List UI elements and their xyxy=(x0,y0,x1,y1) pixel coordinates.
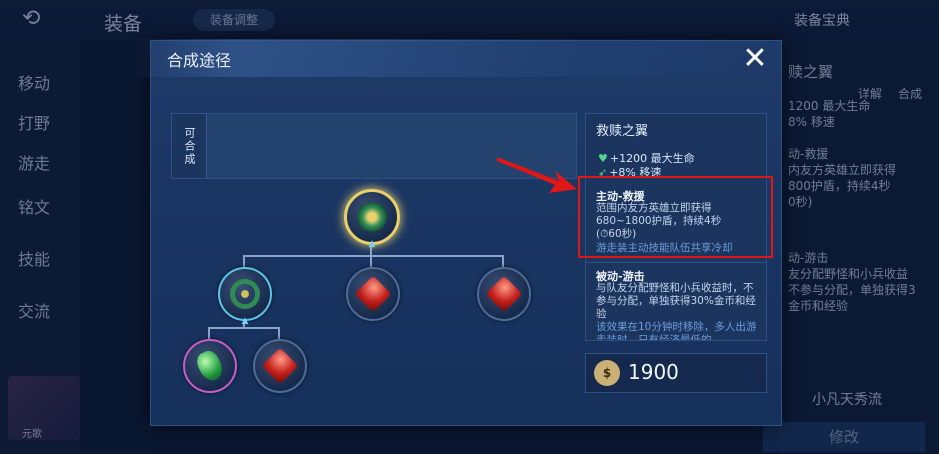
tree-connector xyxy=(278,327,280,339)
component-ring-item-icon[interactable]: ▲ xyxy=(218,267,272,326)
ring-icon xyxy=(230,279,260,309)
green-gem-icon xyxy=(193,347,227,385)
red-gem-icon xyxy=(261,347,299,385)
tree-connector xyxy=(243,255,245,267)
redemption-wings-item-icon[interactable]: ▲ xyxy=(344,189,400,249)
price-box: $ 1900 xyxy=(585,353,767,393)
passive-skill-note: 该效果在10分钟时移除，多人出游走装时，只有经济最低的 xyxy=(596,321,757,341)
item-price: 1900 xyxy=(628,360,679,384)
can-craft-label: 可合成 xyxy=(172,114,207,178)
highlight-box xyxy=(578,176,773,258)
red-crystal-item-icon[interactable] xyxy=(477,267,531,321)
red-gem-icon xyxy=(354,275,392,313)
red-gem-icon xyxy=(485,275,523,313)
red-crystal-item-icon[interactable] xyxy=(346,267,400,321)
green-gem-item-icon[interactable] xyxy=(183,339,237,393)
passive-skill-desc: 与队友分配野怪和小兵收益时，不参与分配，单独获得30%金币和经验 xyxy=(596,282,756,320)
item-name: 救赎之翼 xyxy=(596,124,649,139)
wing-icon xyxy=(357,202,387,232)
upgrade-arrow-icon: ▲ xyxy=(241,316,249,326)
money-bag-icon: $ xyxy=(594,360,620,386)
annotation-arrow-icon xyxy=(497,157,577,193)
tree-connector xyxy=(243,255,503,257)
upgrade-arrow-icon: ▲ xyxy=(368,239,376,249)
tree-connector xyxy=(208,327,280,329)
tree-connector xyxy=(370,255,372,267)
tree-connector xyxy=(502,255,504,267)
close-icon[interactable]: ✕ xyxy=(739,43,771,75)
modal-title: 合成途径 xyxy=(167,51,232,70)
tree-connector xyxy=(208,327,210,339)
red-crystal-item-icon[interactable] xyxy=(253,339,307,393)
divider xyxy=(586,262,766,263)
